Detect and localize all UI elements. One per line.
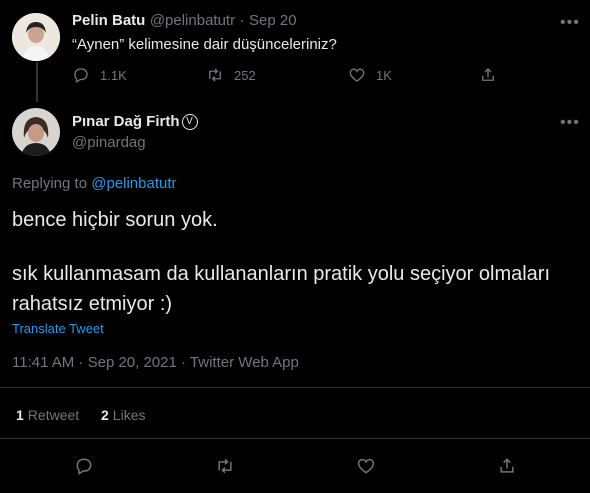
verified-badge-icon: V xyxy=(181,113,198,130)
divider-top xyxy=(0,387,590,388)
parent-retweet-count: 252 xyxy=(234,67,256,83)
likes-count: 2 xyxy=(101,407,109,423)
parent-more-options-icon[interactable]: ••• xyxy=(560,14,580,32)
translate-tweet-link[interactable]: Translate Tweet xyxy=(12,321,104,336)
likes-label: Likes xyxy=(112,407,146,423)
main-author-avatar[interactable] xyxy=(12,108,60,156)
retweet-icon xyxy=(209,68,221,82)
share-icon xyxy=(482,68,494,81)
main-reply-button[interactable] xyxy=(74,456,94,476)
reply-icon xyxy=(76,458,92,475)
parent-reply-button[interactable]: 1.1K xyxy=(72,66,127,84)
parent-tweet-header: Pelin Batu @pelinbatutr · Sep 20 xyxy=(72,12,297,30)
parent-retweet-button[interactable]: 252 xyxy=(206,66,256,84)
parent-author-name[interactable]: Pelin Batu xyxy=(72,12,145,29)
parent-share-button[interactable] xyxy=(479,66,497,84)
main-tweet-text-line-1: bence hiçbir sorun yok. xyxy=(12,209,218,231)
parent-tweet-text: “Aynen” kelimesine dair düşünceleriniz? xyxy=(72,36,337,53)
likes-stat-link[interactable]: 2 Likes xyxy=(101,407,145,423)
retweets-stat-link[interactable]: 1 Retweet xyxy=(16,407,79,423)
parent-tweet-date[interactable]: Sep 20 xyxy=(249,12,297,29)
thread-connector-line xyxy=(36,62,38,102)
replying-to-handle-link[interactable]: @pelinbatutr xyxy=(91,175,176,192)
retweet-icon xyxy=(218,458,232,474)
retweets-count: 1 xyxy=(16,407,24,423)
main-like-button[interactable] xyxy=(356,456,376,476)
main-tweet-text: bence hiçbir sorun yok. sık kullanmasam … xyxy=(12,207,572,319)
replying-to-line: Replying to @pelinbatutr xyxy=(12,175,177,192)
replying-to-prefix: Replying to xyxy=(12,175,88,192)
main-more-options-icon[interactable]: ••• xyxy=(560,114,580,132)
heart-icon xyxy=(357,458,375,474)
parent-like-count: 1K xyxy=(376,67,392,83)
reply-icon xyxy=(74,68,88,83)
main-share-button[interactable] xyxy=(497,456,517,476)
parent-reply-count: 1.1K xyxy=(100,67,127,83)
main-author-name[interactable]: Pınar Dağ Firth xyxy=(72,113,180,130)
main-tweet-text-line-2: sık kullanmasam da kullananların pratik … xyxy=(12,263,551,315)
tweet-timestamp[interactable]: 11:41 AM · Sep 20, 2021 · Twitter Web Ap… xyxy=(12,354,299,371)
retweets-label: Retweet xyxy=(27,407,80,423)
main-retweet-button[interactable] xyxy=(215,456,235,476)
parent-author-handle[interactable]: @pelinbatutr xyxy=(150,12,235,29)
main-author-handle[interactable]: @pinardag xyxy=(72,134,146,151)
parent-author-avatar[interactable] xyxy=(12,13,60,61)
share-icon xyxy=(500,458,514,473)
parent-header-separator: · xyxy=(239,12,245,29)
parent-like-button[interactable]: 1K xyxy=(348,66,392,84)
main-author-name-row: Pınar Dağ Firth V xyxy=(72,113,198,131)
divider-bottom xyxy=(0,438,590,439)
heart-icon xyxy=(349,68,365,82)
